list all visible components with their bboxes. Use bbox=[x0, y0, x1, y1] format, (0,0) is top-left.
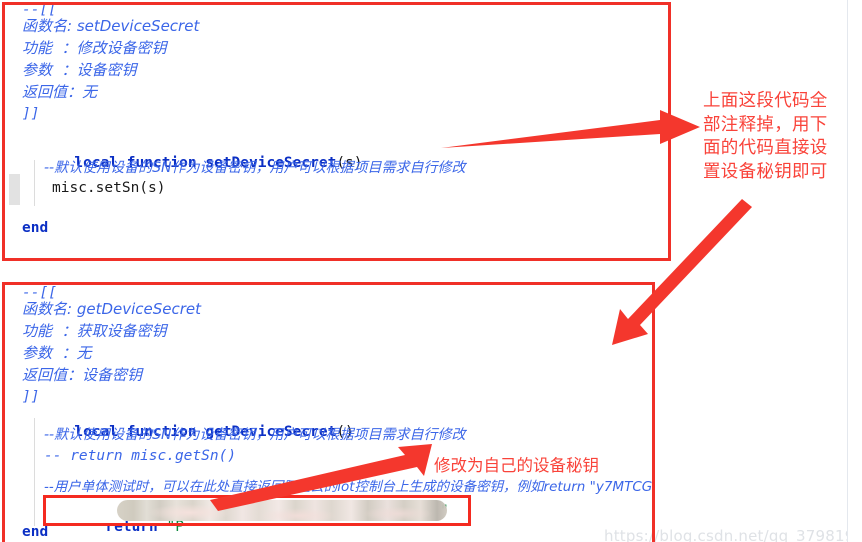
screenshot-root: --[[ 函数名: setDeviceSecret 功能 ：修改设备密钥 参数 … bbox=[0, 0, 862, 542]
annotation-note-right: 上面这段代码全 部注释掉，用下 面的代码直接设 置设备秘钥即可 bbox=[703, 91, 828, 182]
annotation-box-return-secret bbox=[43, 495, 471, 526]
annotation-box-set-device-secret bbox=[2, 2, 671, 261]
editor-outer-margin bbox=[848, 0, 862, 542]
annotation-note-inline: 修改为自己的设备秘钥 bbox=[434, 456, 599, 475]
